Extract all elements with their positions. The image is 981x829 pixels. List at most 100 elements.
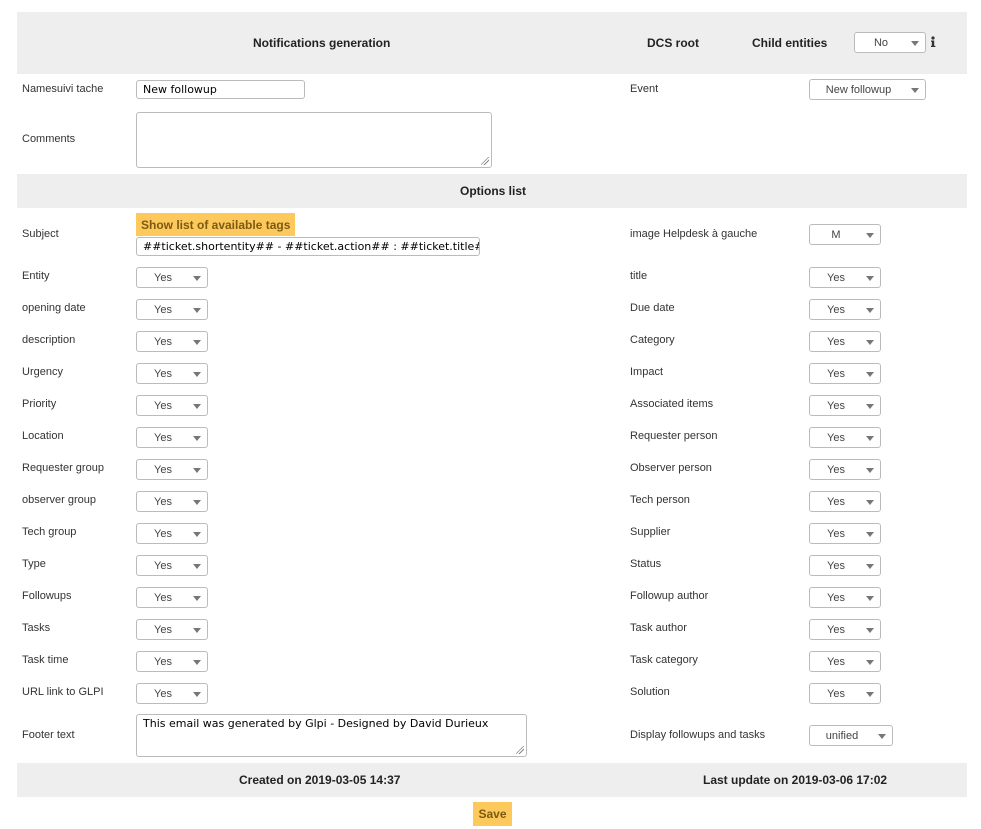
option-label: Tasks [22,622,51,634]
option-select[interactable]: Yes [136,395,208,416]
chevron-down-icon [193,436,201,441]
chevron-down-icon [866,692,874,697]
option-value: Yes [827,623,845,636]
option-select[interactable]: Yes [809,587,881,608]
option-label: title [630,270,648,282]
option-label: opening date [22,302,86,314]
option-select[interactable]: Yes [136,459,208,480]
option-select[interactable]: Yes [809,555,881,576]
option-select[interactable]: Yes [809,651,881,672]
option-value: Yes [154,527,172,540]
subject-input[interactable]: ##ticket.shortentity## - ##ticket.action… [136,237,480,256]
chevron-down-icon [193,532,201,537]
option-select[interactable]: Yes [809,267,881,288]
option-select[interactable]: Yes [809,619,881,640]
option-select[interactable]: Yes [809,683,881,704]
option-select[interactable]: Yes [136,651,208,672]
chevron-down-icon [866,404,874,409]
option-select[interactable]: Yes [809,395,881,416]
option-select[interactable]: Yes [136,587,208,608]
chevron-down-icon [193,628,201,633]
resize-grip-icon[interactable] [516,746,524,754]
option-select[interactable]: Yes [136,523,208,544]
chevron-down-icon [866,340,874,345]
name-input[interactable]: New followup [136,80,305,99]
option-value: Yes [827,655,845,668]
option-select[interactable]: Yes [809,491,881,512]
chevron-down-icon [193,660,201,665]
option-label: Requester group [22,462,104,474]
option-select[interactable]: Yes [809,363,881,384]
option-select[interactable]: Yes [809,427,881,448]
option-value: Yes [827,687,845,700]
event-value: New followup [825,83,892,96]
option-value: Yes [154,399,172,412]
options-title: Options list [460,184,526,198]
created-date: Created on 2019-03-05 14:37 [239,773,401,787]
option-value: Yes [154,655,172,668]
chevron-down-icon [193,276,201,281]
info-icon[interactable] [930,36,936,48]
option-value: Yes [827,463,845,476]
option-value: Yes [827,399,845,412]
child-entities-value: No [873,36,889,49]
option-label: Supplier [630,526,671,538]
save-button[interactable]: Save [473,802,512,826]
chevron-down-icon [193,596,201,601]
option-value: Yes [154,687,172,700]
show-tags-button[interactable]: Show list of available tags [136,213,296,236]
option-label: Requester person [630,430,718,442]
chevron-down-icon [866,660,874,665]
image-value: M [831,228,841,241]
chevron-down-icon [193,500,201,505]
option-label: Followup author [630,590,709,602]
footer-text-textarea[interactable]: This email was generated by Glpi - Desig… [136,714,527,757]
option-value: Yes [827,495,845,508]
chevron-down-icon [193,372,201,377]
chevron-down-icon [193,468,201,473]
option-label: Tech person [630,494,690,506]
child-entities-select[interactable]: No [854,32,926,53]
option-label: Due date [630,302,675,314]
option-select[interactable]: Yes [809,331,881,352]
option-label: Location [22,430,64,442]
option-value: Yes [827,271,845,284]
option-label: Task author [630,622,687,634]
option-select[interactable]: Yes [136,427,208,448]
updated-date: Last update on 2019-03-06 17:02 [703,773,888,787]
option-select[interactable]: Yes [136,619,208,640]
option-select[interactable]: Yes [136,363,208,384]
display-label: Display followups and tasks [630,729,766,741]
event-select[interactable]: New followup [809,79,926,100]
option-value: Yes [154,335,172,348]
option-select[interactable]: Yes [809,459,881,480]
option-select[interactable]: Yes [136,491,208,512]
display-select[interactable]: unified [809,725,893,746]
chevron-down-icon [193,308,201,313]
chevron-down-icon [866,436,874,441]
option-select[interactable]: Yes [136,299,208,320]
image-select[interactable]: M [809,224,881,245]
option-label: Status [630,558,662,570]
option-label: Entity [22,270,50,282]
resize-grip-icon[interactable] [481,157,489,165]
option-select[interactable]: Yes [136,267,208,288]
option-label: URL link to GLPI [22,686,104,698]
chevron-down-icon [193,564,201,569]
option-label: Followups [22,590,72,602]
footer-text-label: Footer text [22,729,75,741]
child-entities-label: Child entities [752,36,828,50]
option-value: Yes [827,335,845,348]
chevron-down-icon [866,500,874,505]
option-select[interactable]: Yes [136,555,208,576]
dcs-root-label: DCS root [647,36,699,50]
comments-textarea[interactable] [136,112,492,168]
chevron-down-icon [193,404,201,409]
option-label: Task time [22,654,69,666]
option-select[interactable]: Yes [136,331,208,352]
chevron-down-icon [866,372,874,377]
option-label: Type [22,558,46,570]
option-select[interactable]: Yes [136,683,208,704]
option-select[interactable]: Yes [809,299,881,320]
option-select[interactable]: Yes [809,523,881,544]
